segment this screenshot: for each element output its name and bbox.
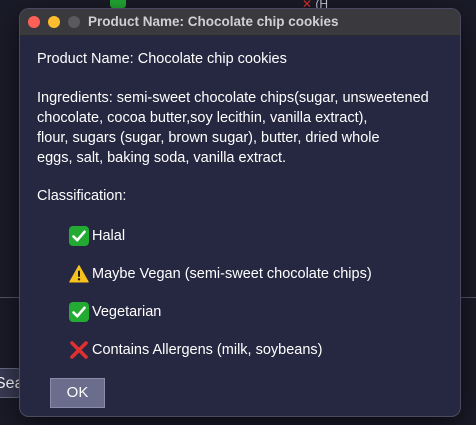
ingredients-line: eggs, salt, baking soda, vanilla extract… [37, 150, 287, 166]
classification-label: Maybe Vegan (semi-sweet chocolate chips) [92, 266, 372, 282]
background-check-icon [110, 0, 126, 8]
classification-list: Halal Maybe Vegan (semi-sweet chocolate … [37, 226, 452, 360]
ingredients-line: chocolate, cocoa butter,soy lecithin, va… [37, 110, 368, 126]
close-window-button[interactable] [28, 16, 40, 28]
ingredients-text: Ingredients: semi-sweet chocolate chips(… [37, 88, 452, 168]
classification-label: Contains Allergens (milk, soybeans) [92, 342, 323, 358]
minimize-window-button[interactable] [48, 16, 60, 28]
background-cross-fragment: ✕ (H [302, 0, 329, 8]
classification-label: Vegetarian [92, 304, 162, 320]
cross-icon [69, 340, 89, 360]
classification-heading: Classification: [37, 188, 127, 204]
check-icon [69, 302, 89, 322]
classification-item-vegan: Maybe Vegan (semi-sweet chocolate chips) [69, 264, 452, 284]
ingredients-line: flour, sugars (sugar, brown sugar), butt… [37, 130, 380, 146]
check-icon [69, 226, 89, 246]
classification-label: Halal [92, 228, 126, 244]
classification-item-vegetarian: Vegetarian [69, 302, 452, 322]
title-bar[interactable]: Product Name: Chocolate chip cookies [20, 9, 460, 36]
product-name-text: Product Name: Chocolate chip cookies [37, 51, 287, 67]
window-title: Product Name: Chocolate chip cookies [88, 14, 339, 29]
classification-item-halal: Halal [69, 226, 452, 246]
warning-icon [69, 264, 89, 284]
classification-item-allergens: Contains Allergens (milk, soybeans) [69, 340, 452, 360]
ok-button[interactable]: OK [50, 378, 105, 408]
background-search-button[interactable]: Sea [0, 368, 20, 398]
background-divider [0, 297, 20, 298]
dialog-content: Product Name: Chocolate chip cookies Ing… [37, 49, 452, 378]
ingredients-line: Ingredients: semi-sweet chocolate chips(… [37, 90, 429, 106]
maximize-window-button[interactable] [68, 16, 80, 28]
background-divider [460, 297, 476, 298]
product-dialog: Product Name: Chocolate chip cookies Pro… [19, 8, 461, 417]
